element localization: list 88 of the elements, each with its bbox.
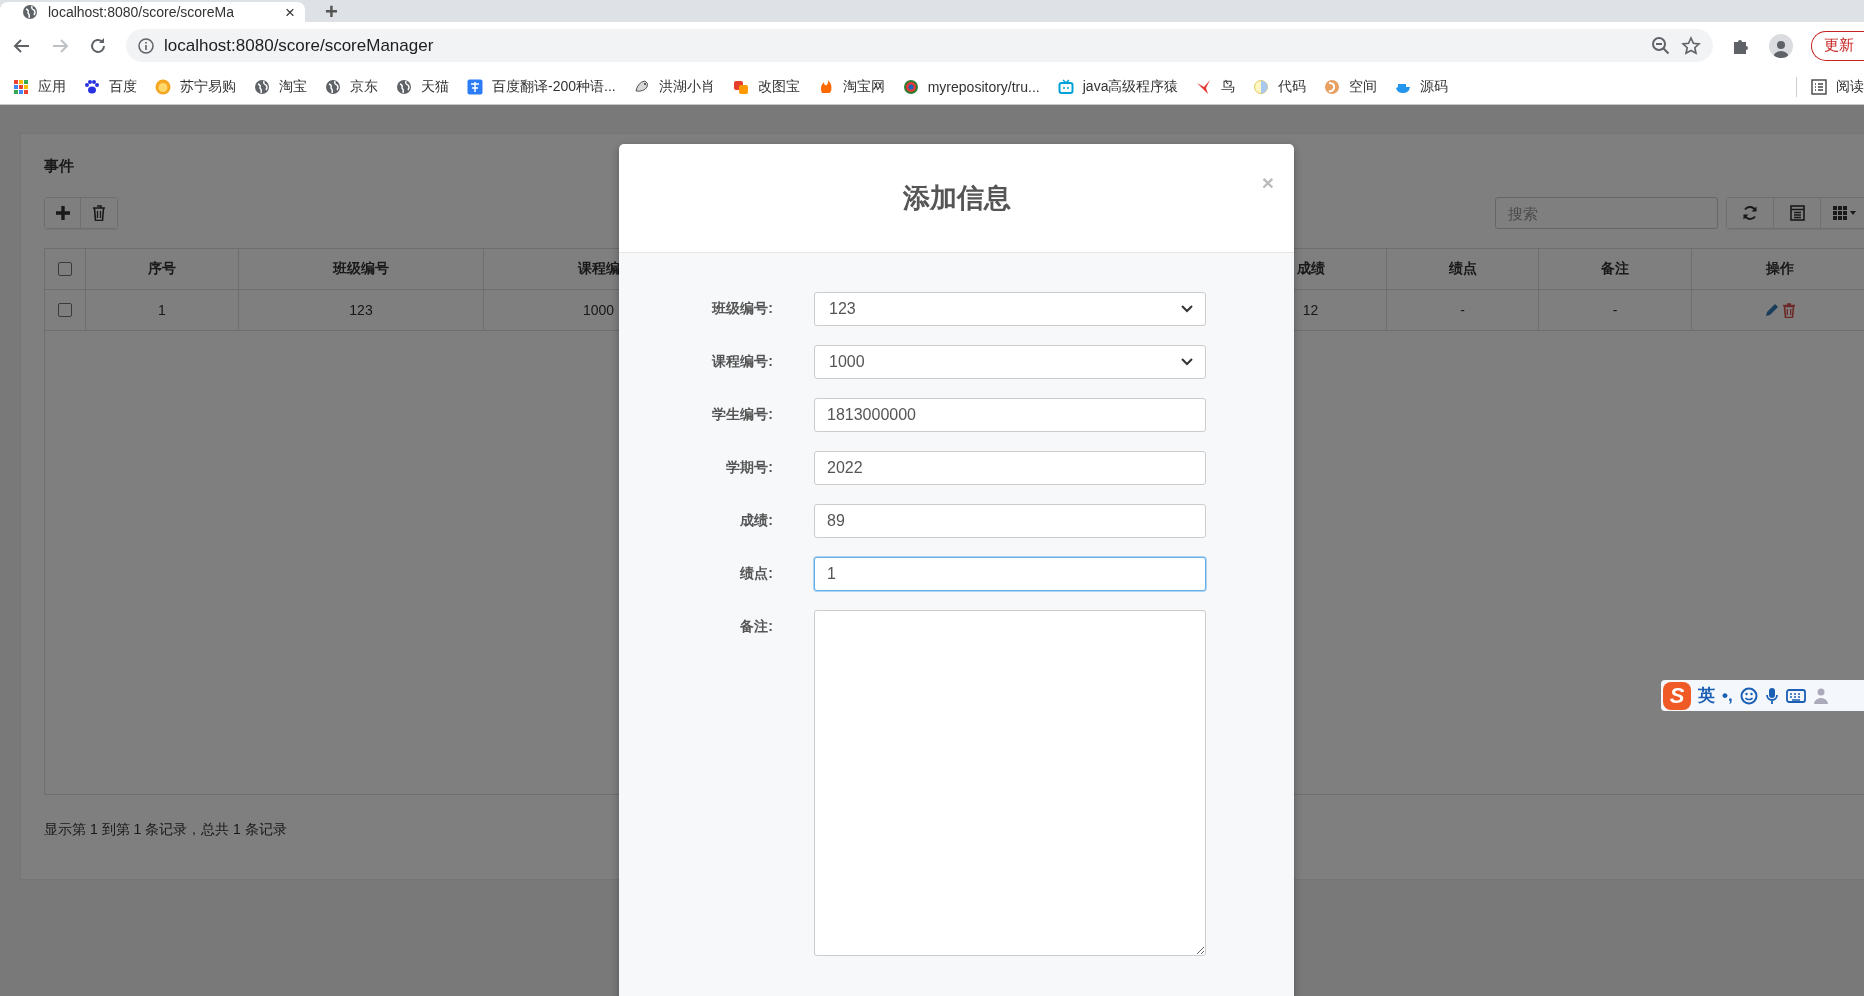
- table-cell: 123: [239, 290, 484, 330]
- bookmark[interactable]: 淘宝: [254, 77, 307, 96]
- squares-icon: [732, 78, 749, 95]
- pagination-info: 显示第 1 到第 1 条记录，总共 1 条记录: [44, 820, 288, 839]
- table-cell: -: [1539, 290, 1692, 330]
- profile-avatar[interactable]: [1769, 33, 1793, 58]
- bookmark[interactable]: 洪湖小肖: [633, 77, 715, 96]
- ring-icon: [902, 78, 919, 95]
- paw-icon: [84, 78, 100, 95]
- select-field[interactable]: 1000: [814, 345, 1206, 379]
- globe-icon: [22, 4, 38, 20]
- tv-icon: [1057, 78, 1074, 95]
- bookmark[interactable]: 代码: [1253, 77, 1307, 96]
- translate-icon: [467, 78, 483, 95]
- globe-icon: [325, 78, 341, 95]
- pencil-icon[interactable]: [1765, 303, 1779, 317]
- column-header: 序号: [86, 249, 239, 289]
- bookmark[interactable]: 应用: [13, 77, 66, 96]
- bookmark[interactable]: myrepository/tru...: [902, 78, 1040, 95]
- zoom-out-icon[interactable]: [1651, 35, 1671, 56]
- globe-icon: [396, 78, 412, 95]
- field-label: 学期号:: [726, 459, 773, 477]
- update-button[interactable]: 更新: [1811, 30, 1864, 61]
- url-text: localhost:8080/score/scoreManager: [164, 35, 435, 56]
- checkbox[interactable]: [58, 303, 72, 317]
- tab-close-button[interactable]: ×: [285, 3, 295, 21]
- refresh-button[interactable]: [1727, 198, 1774, 228]
- info-icon: [138, 37, 154, 54]
- bookmark[interactable]: 鸟: [1196, 77, 1236, 96]
- trash-icon: [92, 205, 106, 221]
- ime-mode[interactable]: 英: [1698, 684, 1715, 707]
- ime-punctuation[interactable]: •,: [1722, 685, 1733, 706]
- reading-list[interactable]: 阅读: [1811, 77, 1864, 96]
- add-button[interactable]: [45, 198, 81, 228]
- text-field[interactable]: 2022: [814, 451, 1206, 485]
- textarea-field[interactable]: [814, 610, 1206, 956]
- bookmark[interactable]: 百度: [84, 77, 137, 96]
- columns-button[interactable]: [1821, 198, 1864, 228]
- swirl-icon: [1324, 78, 1341, 95]
- bookmark[interactable]: java高级程序猿: [1057, 77, 1179, 96]
- field-label: 成绩:: [740, 512, 773, 530]
- grid-icon: [1832, 205, 1857, 221]
- smiley-icon[interactable]: [1739, 686, 1758, 705]
- field-label: 课程编号:: [712, 353, 773, 371]
- checkbox[interactable]: [58, 262, 72, 276]
- text-field[interactable]: 1: [814, 557, 1206, 591]
- bookmark[interactable]: 改图宝: [732, 77, 800, 96]
- microphone-icon[interactable]: [1764, 686, 1779, 705]
- text-field[interactable]: 89: [814, 504, 1206, 538]
- column-header: 备注: [1539, 249, 1692, 289]
- field-label: 班级编号:: [712, 300, 773, 318]
- bookmark[interactable]: 百度翻译-200种语...: [467, 77, 616, 96]
- new-tab-button[interactable]: +: [325, 2, 338, 22]
- bookmark[interactable]: 源码: [1395, 77, 1449, 96]
- tab-title: localhost:8080/score/scoreMa: [48, 4, 235, 20]
- field-label: 绩点:: [740, 565, 773, 583]
- chevron-down-icon: [1181, 305, 1193, 313]
- toggle-view-button[interactable]: [1774, 198, 1821, 228]
- field-label: 学生编号:: [712, 406, 773, 424]
- half-moon-icon: [1253, 78, 1270, 95]
- address-bar[interactable]: localhost:8080/score/scoreManager: [126, 29, 1713, 62]
- delete-button[interactable]: [81, 198, 117, 228]
- trash-icon[interactable]: [1783, 302, 1795, 318]
- apps-grid-icon: [13, 78, 29, 95]
- bookmark[interactable]: 空间: [1324, 77, 1378, 96]
- table-cell: 1: [86, 290, 239, 330]
- refresh-icon: [1742, 205, 1758, 221]
- column-header: 班级编号: [239, 249, 484, 289]
- column-header: 操作: [1765, 259, 1795, 278]
- list-icon: [1789, 205, 1805, 221]
- bookmark[interactable]: 京东: [325, 77, 378, 96]
- plus-icon: [54, 205, 71, 221]
- table-cell: -: [1387, 290, 1539, 330]
- dialog-title: 添加信息: [902, 182, 1011, 215]
- browser-tab[interactable]: localhost:8080/score/scoreMa ×: [0, 2, 305, 22]
- column-header: 绩点: [1387, 249, 1539, 289]
- panel-title: 事件: [44, 156, 75, 176]
- keyboard-icon[interactable]: [1785, 687, 1806, 704]
- field-label: 备注:: [740, 617, 773, 636]
- bookmark[interactable]: 苏宁易购: [155, 77, 236, 96]
- globe-icon: [254, 78, 270, 95]
- list-icon: [1811, 78, 1827, 95]
- star-icon[interactable]: [1681, 35, 1701, 56]
- bookmark[interactable]: 淘宝网: [817, 77, 885, 96]
- chevron-down-icon: [1181, 358, 1193, 366]
- select-field[interactable]: 123: [814, 292, 1206, 326]
- text-field[interactable]: 1813000000: [814, 398, 1206, 432]
- bookmark[interactable]: 天猫: [396, 77, 449, 96]
